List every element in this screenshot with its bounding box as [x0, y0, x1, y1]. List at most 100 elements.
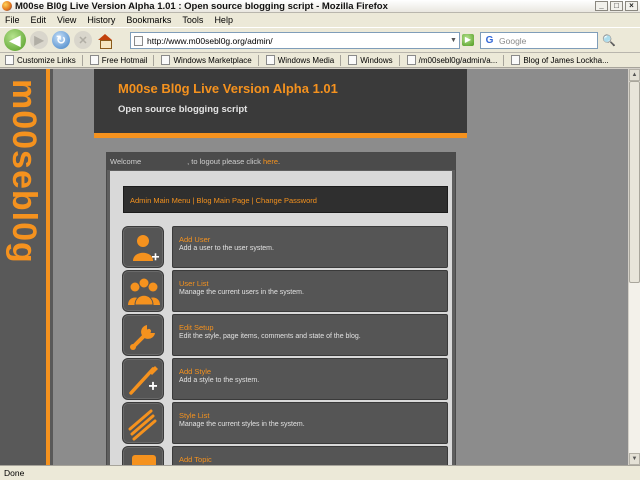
- site-title: M00se Bl0g Live Version Alpha 1.01: [118, 81, 338, 96]
- menu-file[interactable]: File: [5, 15, 20, 25]
- search-icon[interactable]: 🔍: [602, 34, 616, 47]
- forward-button[interactable]: ▶: [30, 31, 48, 49]
- bookmark-item[interactable]: Windows Media: [265, 55, 334, 65]
- search-input[interactable]: Google: [499, 36, 526, 46]
- chevron-down-icon[interactable]: ▼: [448, 37, 459, 44]
- admin-content: Admin Main Menu | Blog Main Page | Chang…: [110, 171, 452, 465]
- wrench-icon[interactable]: [122, 314, 164, 356]
- welcome-suffix: .: [278, 157, 281, 166]
- bookmark-item[interactable]: /m00sebl0g/admin/a...: [406, 55, 497, 65]
- admin-item-name[interactable]: Edit Setup: [179, 323, 447, 332]
- bookmark-item[interactable]: Blog of James Lockha...: [511, 55, 609, 65]
- header-rule: [94, 133, 467, 138]
- separator: [81, 54, 83, 66]
- url-bar[interactable]: http://www.m00sebl0g.org/admin/ ▼: [130, 32, 460, 49]
- admin-item-add-topic[interactable]: Add Topic: [122, 446, 448, 465]
- page-icon: [161, 55, 171, 65]
- admin-item-user-list[interactable]: User List Manage the current users in th…: [122, 270, 448, 312]
- bookmark-item[interactable]: Windows: [348, 55, 393, 65]
- page-icon: [5, 55, 14, 65]
- site-header: M00se Bl0g Live Version Alpha 1.01 Open …: [94, 69, 467, 133]
- scroll-thumb[interactable]: [629, 81, 640, 283]
- separator: [503, 54, 505, 66]
- separator: [398, 54, 400, 66]
- status-bar: Done: [0, 465, 640, 480]
- page-icon: [511, 55, 521, 65]
- page-icon: [348, 55, 358, 65]
- menu-bookmarks[interactable]: Bookmarks: [126, 15, 171, 25]
- separator: [257, 54, 259, 66]
- search-box[interactable]: G Google: [480, 32, 598, 49]
- window-controls: _ □ ×: [595, 1, 638, 11]
- admin-item-add-style[interactable]: Add Style Add a style to the system.: [122, 358, 448, 400]
- welcome-prefix: Welcome: [110, 157, 142, 166]
- admin-item-add-user[interactable]: Add User Add a user to the user system.: [122, 226, 448, 268]
- menu-history[interactable]: History: [87, 15, 115, 25]
- separator: [153, 54, 155, 66]
- url-text[interactable]: http://www.m00sebl0g.org/admin/: [147, 36, 273, 46]
- separator: [340, 54, 342, 66]
- menu-view[interactable]: View: [57, 15, 76, 25]
- admin-panel: Welcome , to logout please click here. Ad…: [106, 152, 456, 465]
- admin-item-style-list[interactable]: Style List Manage the current styles in …: [122, 402, 448, 444]
- stop-button[interactable]: ✕: [74, 31, 92, 49]
- reload-button[interactable]: ↻: [52, 31, 70, 49]
- admin-item-details: Add User Add a user to the user system.: [172, 226, 448, 268]
- admin-item-name[interactable]: Style List: [179, 411, 447, 420]
- admin-item-description: Add a user to the user system.: [179, 245, 274, 252]
- window-titlebar: M00se Bl0g Live Version Alpha 1.01 : Ope…: [0, 0, 640, 13]
- bookmarks-toolbar: Customize Links Free Hotmail Windows Mar…: [0, 53, 640, 68]
- menu-tools[interactable]: Tools: [182, 15, 203, 25]
- admin-menu-bar[interactable]: Admin Main Menu | Blog Main Page | Chang…: [123, 186, 448, 213]
- bookmark-item[interactable]: Windows Marketplace: [161, 55, 252, 65]
- admin-item-name[interactable]: User List: [179, 279, 447, 288]
- welcome-bar: Welcome , to logout please click here.: [107, 153, 455, 170]
- page-icon: [89, 55, 99, 65]
- menu-edit[interactable]: Edit: [31, 15, 47, 25]
- accent-stripe: [46, 69, 50, 465]
- page-icon: [406, 55, 416, 65]
- users-icon[interactable]: [122, 270, 164, 312]
- close-button[interactable]: ×: [625, 1, 638, 11]
- scroll-up-arrow[interactable]: ▲: [629, 69, 640, 81]
- scroll-down-arrow[interactable]: ▼: [629, 453, 640, 465]
- admin-item-edit-setup[interactable]: Edit Setup Edit the style, page items, c…: [122, 314, 448, 356]
- admin-item-details: Add Style Add a style to the system.: [172, 358, 448, 400]
- logo-column: m00sebl0g: [0, 69, 53, 465]
- admin-item-name[interactable]: Add Topic: [179, 455, 447, 464]
- admin-item-name[interactable]: Add Style: [179, 367, 447, 376]
- firefox-icon: [2, 1, 12, 11]
- navigation-toolbar: ◀ ▶ ↻ ✕ http://www.m00sebl0g.org/admin/ …: [0, 27, 640, 53]
- back-button[interactable]: ◀: [4, 29, 26, 51]
- admin-item-details: Style List Manage the current styles in …: [172, 402, 448, 444]
- admin-item-details: Add Topic: [172, 446, 448, 465]
- bookmark-item[interactable]: Customize Links: [5, 55, 76, 65]
- admin-item-description: Manage the current users in the system.: [179, 289, 304, 296]
- user-add-icon[interactable]: [122, 226, 164, 268]
- page-icon: [265, 55, 275, 65]
- admin-item-description: Edit the style, page items, comments and…: [179, 333, 361, 340]
- vertical-scrollbar[interactable]: ▲ ▼: [628, 69, 640, 465]
- window-title: M00se Bl0g Live Version Alpha 1.01 : Ope…: [15, 0, 388, 12]
- logout-link[interactable]: here: [263, 157, 278, 166]
- brushes-icon[interactable]: [122, 402, 164, 444]
- home-icon: [98, 33, 112, 49]
- admin-item-name[interactable]: Add User: [179, 235, 447, 244]
- welcome-text: , to logout please click: [187, 157, 261, 166]
- admin-item-description: Add a style to the system.: [179, 377, 260, 384]
- bookmark-item[interactable]: Free Hotmail: [89, 55, 147, 65]
- menu-help[interactable]: Help: [214, 15, 233, 25]
- go-button[interactable]: ▶: [462, 34, 474, 46]
- maximize-button[interactable]: □: [610, 1, 623, 11]
- site-logo: m00sebl0g: [5, 79, 43, 264]
- admin-item-details: Edit Setup Edit the style, page items, c…: [172, 314, 448, 356]
- menubar: File Edit View History Bookmarks Tools H…: [0, 13, 640, 27]
- topic-icon[interactable]: [122, 446, 164, 465]
- minimize-button[interactable]: _: [595, 1, 608, 11]
- admin-item-details: User List Manage the current users in th…: [172, 270, 448, 312]
- page-viewport: m00sebl0g M00se Bl0g Live Version Alpha …: [0, 69, 628, 465]
- site-subtitle: Open source blogging script: [118, 104, 248, 115]
- page-icon: [134, 35, 143, 46]
- home-button[interactable]: [96, 31, 114, 49]
- brush-add-icon[interactable]: [122, 358, 164, 400]
